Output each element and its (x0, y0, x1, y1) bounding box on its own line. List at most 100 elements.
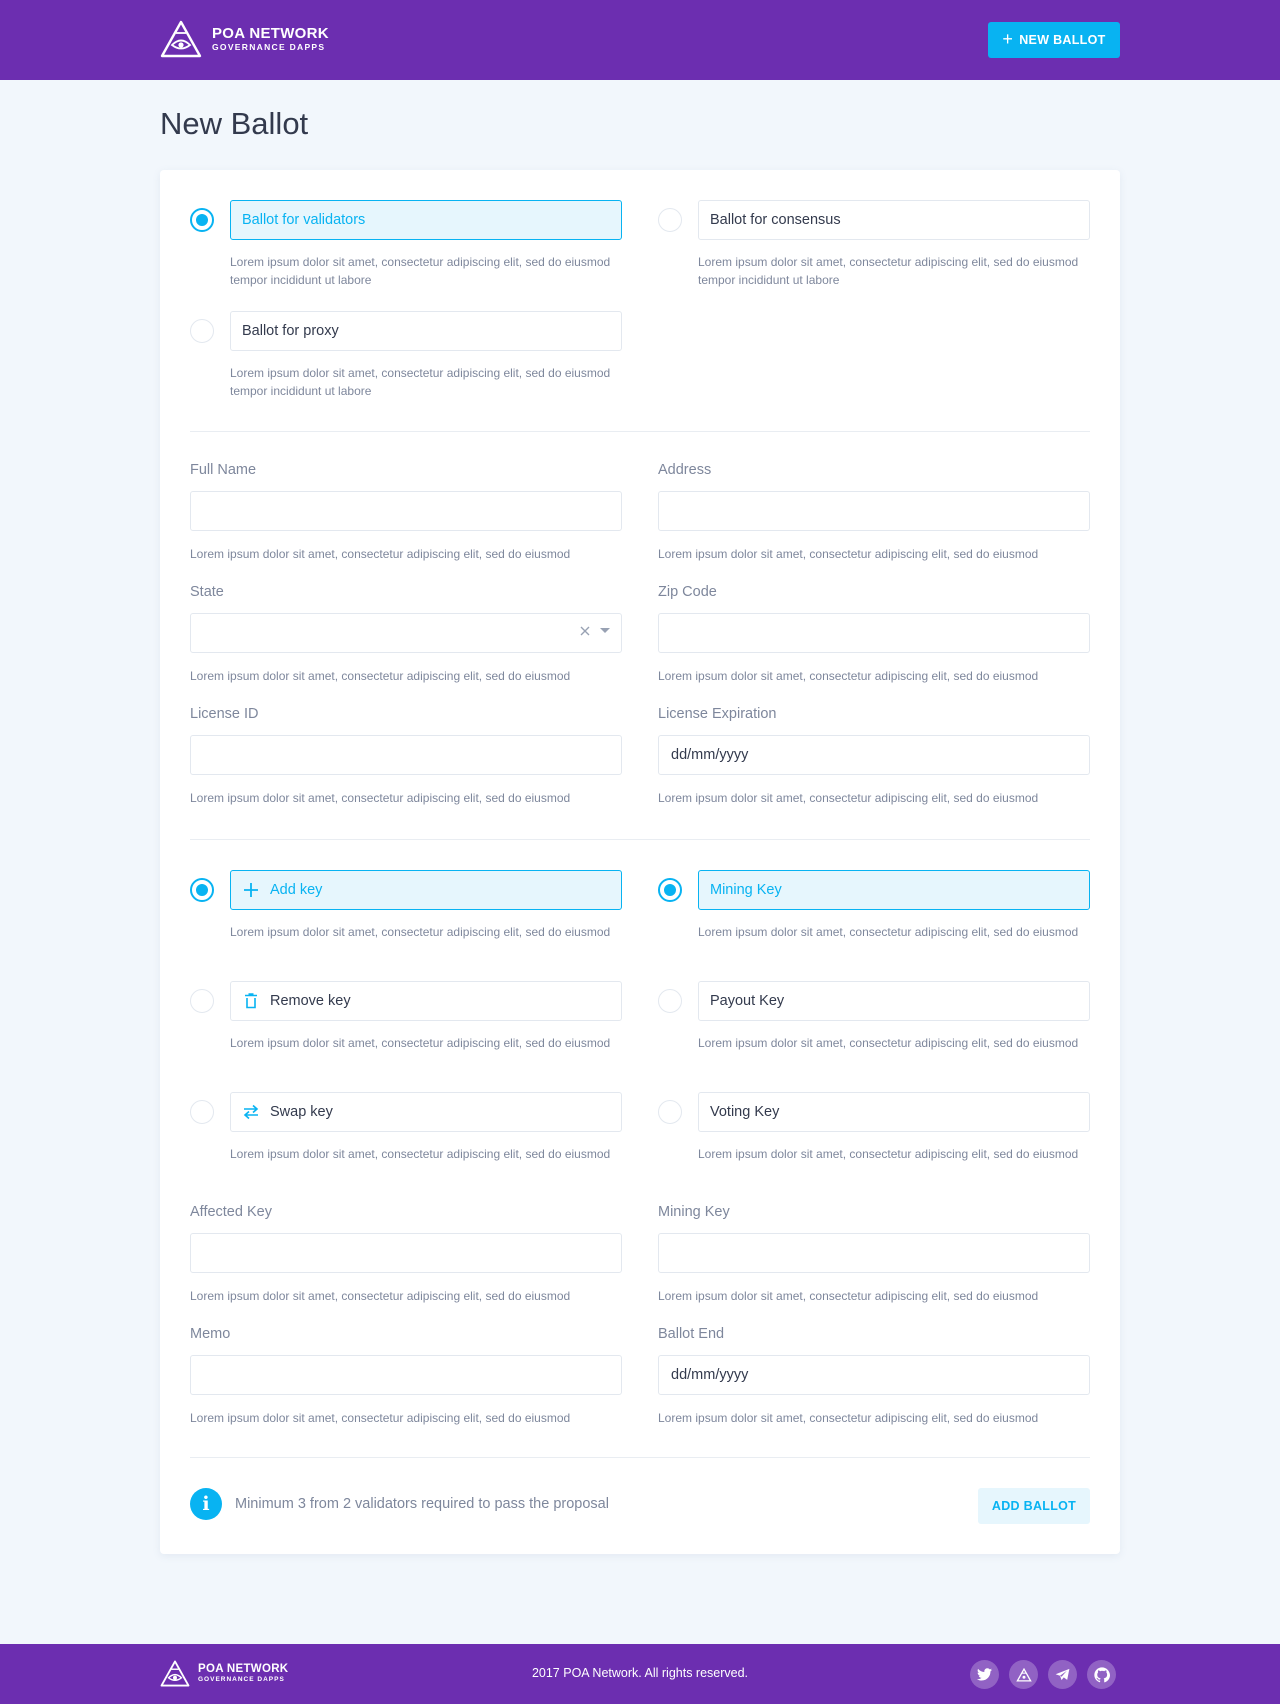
affected-key-field: Affected Key Lorem ipsum dolor sit amet,… (190, 1203, 622, 1303)
poa-icon[interactable] (1009, 1660, 1038, 1689)
swap-icon (242, 1103, 260, 1121)
key-type-label: Mining Key (710, 882, 782, 898)
affected-key-hint: Lorem ipsum dolor sit amet, consectetur … (190, 1289, 571, 1303)
key-action-description: Lorem ipsum dolor sit amet, consectetur … (230, 1147, 611, 1161)
full-name-hint: Lorem ipsum dolor sit amet, consectetur … (190, 547, 571, 561)
mining-key-field: Mining Key Lorem ipsum dolor sit amet, c… (658, 1203, 1090, 1303)
payout-key-box[interactable]: Payout Key (698, 981, 1090, 1021)
radio-consensus[interactable] (658, 208, 682, 232)
zip-code-label: Zip Code (658, 584, 717, 600)
address-label: Address (658, 462, 712, 478)
ballot-type-consensus-box[interactable]: Ballot for consensus (698, 200, 1090, 240)
key-action-description: Lorem ipsum dolor sit amet, consectetur … (230, 1036, 611, 1050)
validators-note: i Minimum 3 from 2 validators required t… (190, 1488, 609, 1520)
license-expiration-input[interactable]: dd/mm/yyyy (658, 735, 1090, 775)
plus-icon: + (1002, 29, 1014, 49)
plus-icon (242, 881, 260, 899)
page-title: New Ballot (160, 106, 309, 141)
address-input[interactable] (658, 491, 1090, 531)
key-action-label: Add key (270, 882, 323, 898)
trash-icon (242, 992, 260, 1010)
info-icon: i (190, 1488, 222, 1520)
note-text: Minimum 3 from 2 validators required to … (235, 1496, 609, 1512)
address-hint: Lorem ipsum dolor sit amet, consectetur … (658, 547, 1039, 561)
ballot-type-description: Lorem ipsum dolor sit amet, consectetur … (230, 366, 611, 398)
radio-voting-key[interactable] (658, 1100, 682, 1124)
zip-code-field: Zip Code Lorem ipsum dolor sit amet, con… (658, 583, 1090, 683)
logo[interactable]: POA NETWORK GOVERNANCE DAPPS (160, 20, 329, 58)
social-links (970, 1660, 1116, 1689)
memo-label: Memo (190, 1326, 231, 1342)
zip-code-input[interactable] (658, 613, 1090, 653)
state-field: State Lorem ipsum dolor sit amet, consec… (190, 583, 622, 683)
radio-payout-key[interactable] (658, 989, 682, 1013)
zip-code-hint: Lorem ipsum dolor sit amet, consectetur … (658, 669, 1039, 683)
mining-key-label: Mining Key (658, 1204, 730, 1220)
logo-subtitle: GOVERNANCE DAPPS (212, 42, 326, 52)
license-id-field: License ID Lorem ipsum dolor sit amet, c… (190, 705, 622, 805)
affected-key-input[interactable] (190, 1233, 622, 1273)
key-type-label: Voting Key (710, 1104, 780, 1120)
license-id-hint: Lorem ipsum dolor sit amet, consectetur … (190, 791, 571, 805)
radio-proxy[interactable] (190, 319, 214, 343)
add-ballot-button[interactable]: ADD BALLOT (978, 1488, 1090, 1524)
remove-key-box[interactable]: Remove key (230, 981, 622, 1021)
add-key-box[interactable]: Add key (230, 870, 622, 910)
license-expiration-field: License Expiration dd/mm/yyyy Lorem ipsu… (658, 705, 1090, 805)
key-action-description: Lorem ipsum dolor sit amet, consectetur … (230, 925, 611, 939)
mining-key-box[interactable]: Mining Key (698, 870, 1090, 910)
full-name-input[interactable] (190, 491, 622, 531)
key-action-label: Remove key (270, 993, 351, 1009)
address-field: Address Lorem ipsum dolor sit amet, cons… (658, 461, 1090, 561)
logo-title: POA NETWORK (212, 25, 329, 42)
divider (190, 431, 1090, 432)
radio-mining-key[interactable] (658, 878, 682, 902)
ballot-end-label: Ballot End (658, 1326, 725, 1342)
key-type-description: Lorem ipsum dolor sit amet, consectetur … (698, 925, 1079, 939)
radio-validators[interactable] (190, 208, 214, 232)
key-type-label: Payout Key (710, 993, 785, 1009)
ballot-type-description: Lorem ipsum dolor sit amet, consectetur … (230, 255, 611, 287)
state-hint: Lorem ipsum dolor sit amet, consectetur … (190, 669, 571, 683)
voting-key-box[interactable]: Voting Key (698, 1092, 1090, 1132)
license-expiration-label: License Expiration (658, 706, 777, 722)
memo-field: Memo Lorem ipsum dolor sit amet, consect… (190, 1325, 622, 1425)
mining-key-input[interactable] (658, 1233, 1090, 1273)
state-select[interactable] (190, 613, 622, 653)
ballot-type-proxy-box[interactable]: Ballot for proxy (230, 311, 622, 351)
memo-hint: Lorem ipsum dolor sit amet, consectetur … (190, 1411, 571, 1425)
memo-input[interactable] (190, 1355, 622, 1395)
divider (190, 839, 1090, 840)
clear-icon[interactable] (579, 625, 591, 637)
new-ballot-label: NEW BALLOT (1019, 33, 1106, 47)
divider (190, 1457, 1090, 1458)
ballot-form-card: Ballot for validators Lorem ipsum dolor … (160, 170, 1120, 1554)
full-name-label: Full Name (190, 462, 257, 478)
telegram-icon[interactable] (1048, 1660, 1077, 1689)
full-name-field: Full Name Lorem ipsum dolor sit amet, co… (190, 461, 622, 561)
ballot-end-field: Ballot End dd/mm/yyyy Lorem ipsum dolor … (658, 1325, 1090, 1425)
github-icon[interactable] (1087, 1660, 1116, 1689)
license-id-label: License ID (190, 706, 259, 722)
license-id-input[interactable] (190, 735, 622, 775)
affected-key-label: Affected Key (190, 1204, 272, 1220)
chevron-down-icon[interactable] (599, 627, 611, 635)
ballot-type-description: Lorem ipsum dolor sit amet, consectetur … (698, 255, 1079, 287)
twitter-icon[interactable] (970, 1660, 999, 1689)
new-ballot-button[interactable]: + NEW BALLOT (988, 22, 1120, 58)
poa-logo-icon (160, 20, 202, 58)
license-expiration-hint: Lorem ipsum dolor sit amet, consectetur … (658, 791, 1039, 805)
radio-add-key[interactable] (190, 878, 214, 902)
top-header: POA NETWORK GOVERNANCE DAPPS + NEW BALLO… (0, 0, 1280, 80)
ballot-end-input[interactable]: dd/mm/yyyy (658, 1355, 1090, 1395)
ballot-type-validators-box[interactable]: Ballot for validators (230, 200, 622, 240)
key-action-label: Swap key (270, 1104, 333, 1120)
radio-remove-key[interactable] (190, 989, 214, 1013)
swap-key-box[interactable]: Swap key (230, 1092, 622, 1132)
page-footer: POA NETWORK GOVERNANCE DAPPS 2017 POA Ne… (0, 1644, 1280, 1704)
radio-swap-key[interactable] (190, 1100, 214, 1124)
mining-key-hint: Lorem ipsum dolor sit amet, consectetur … (658, 1289, 1039, 1303)
key-type-description: Lorem ipsum dolor sit amet, consectetur … (698, 1147, 1079, 1161)
ballot-type-label: Ballot for validators (242, 212, 366, 228)
ballot-type-label: Ballot for proxy (242, 323, 339, 339)
